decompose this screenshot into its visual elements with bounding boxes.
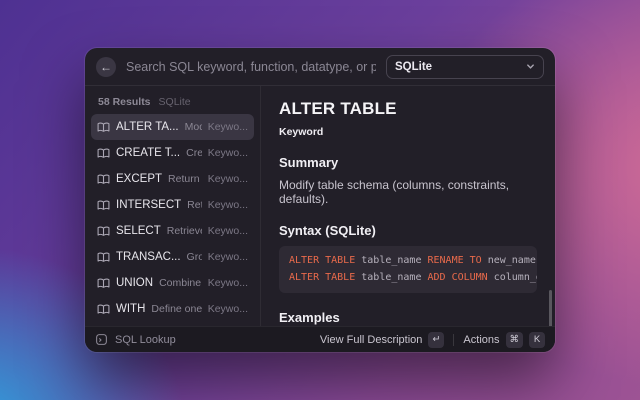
- result-name: CREATE T...: [116, 147, 180, 159]
- result-item[interactable]: SELECT Retrieve colu... Keywo...: [91, 218, 254, 244]
- actions-button[interactable]: Actions ⌘ K: [463, 332, 545, 348]
- result-type: Keywo...: [208, 225, 248, 237]
- keyword-badge: Keyword: [279, 126, 537, 138]
- book-icon: [97, 121, 110, 134]
- detail-scrollbar-thumb[interactable]: [549, 290, 552, 326]
- book-icon: [97, 147, 110, 160]
- result-type: Keywo...: [208, 303, 248, 315]
- result-name: WITH: [116, 303, 145, 315]
- detail-title: ALTER TABLE: [279, 99, 537, 119]
- book-icon: [97, 173, 110, 186]
- search-input[interactable]: [126, 60, 376, 74]
- book-icon: [97, 199, 110, 212]
- search-bar: ← SQLite: [85, 48, 555, 86]
- result-description: Retrieve colu...: [167, 225, 202, 237]
- view-full-description-label: View Full Description: [320, 334, 423, 346]
- result-type: Keywo...: [208, 251, 248, 263]
- result-description: Group st...: [187, 251, 202, 263]
- action-bar: SQL Lookup View Full Description ↵ Actio…: [85, 326, 555, 352]
- app-name: SQL Lookup: [115, 334, 176, 346]
- results-count: 58 Results: [98, 96, 151, 108]
- results-scope: SQLite: [159, 96, 191, 108]
- result-name: SELECT: [116, 225, 161, 237]
- result-description: Define one or m...: [151, 303, 201, 315]
- result-type: Keywo...: [208, 173, 248, 185]
- dialect-selected-value: SQLite: [395, 61, 432, 73]
- result-type: Keywo...: [208, 121, 248, 133]
- back-arrow-icon: ←: [100, 61, 112, 73]
- result-description: Modify ta...: [185, 121, 202, 133]
- desktop-background: { "colors": { "keyword_accent": "#e96a4b…: [0, 0, 640, 400]
- result-item[interactable]: UNION Combine resul... Keywo...: [91, 270, 254, 296]
- sql-lookup-window: ← SQLite 58 Results SQLite A: [85, 48, 555, 352]
- result-item[interactable]: INTERSECT Return ro... Keywo...: [91, 192, 254, 218]
- book-icon: [97, 251, 110, 264]
- result-item[interactable]: ALTER TA... Modify ta... Keywo...: [91, 114, 254, 140]
- detail-panel: ALTER TABLE Keyword Summary Modify table…: [261, 86, 555, 326]
- actions-label: Actions: [463, 334, 499, 346]
- examples-heading: Examples: [279, 310, 537, 325]
- results-header: 58 Results SQLite: [85, 91, 260, 114]
- syntax-heading: Syntax (SQLite): [279, 223, 537, 238]
- result-type: Keywo...: [208, 199, 248, 211]
- result-name: TRANSAC...: [116, 251, 181, 263]
- dialect-dropdown[interactable]: SQLite: [386, 55, 544, 79]
- summary-text: Modify table schema (columns, constraint…: [279, 178, 537, 206]
- return-keycap: ↵: [428, 332, 444, 348]
- result-item[interactable]: WITH Define one or m... Keywo...: [91, 296, 254, 322]
- results-list: ALTER TA... Modify ta... Keywo... CREATE…: [85, 114, 260, 326]
- result-type: Keywo...: [208, 277, 248, 289]
- result-description: Return rows f...: [168, 173, 202, 185]
- result-name: INTERSECT: [116, 199, 181, 211]
- result-item[interactable]: EXCEPT Return rows f... Keywo...: [91, 166, 254, 192]
- result-description: Return ro...: [187, 199, 202, 211]
- book-icon: [97, 277, 110, 290]
- syntax-code-block: ALTER TABLE table_name RENAME TO new_nam…: [279, 246, 537, 293]
- result-name: UNION: [116, 277, 153, 289]
- book-icon: [97, 303, 110, 316]
- view-full-description-button[interactable]: View Full Description ↵: [320, 332, 445, 348]
- summary-heading: Summary: [279, 155, 537, 170]
- code-line: ALTER TABLE table_name ADD COLUMN column…: [289, 270, 527, 287]
- result-description: Create a...: [186, 147, 202, 159]
- book-icon: [97, 225, 110, 238]
- sql-lookup-app-icon: [95, 333, 108, 346]
- back-button[interactable]: ←: [96, 57, 116, 77]
- footer-divider: [453, 334, 454, 346]
- result-item[interactable]: TRANSAC... Group st... Keywo...: [91, 244, 254, 270]
- result-type: Keywo...: [208, 147, 248, 159]
- result-name: EXCEPT: [116, 173, 162, 185]
- code-line: ALTER TABLE table_name RENAME TO new_nam…: [289, 253, 527, 270]
- result-description: Combine resul...: [159, 277, 202, 289]
- k-keycap: K: [529, 332, 545, 348]
- result-item[interactable]: CREATE T... Create a... Keywo...: [91, 140, 254, 166]
- command-keycap: ⌘: [506, 332, 524, 348]
- result-name: ALTER TA...: [116, 121, 179, 133]
- chevron-down-icon: [526, 62, 535, 71]
- results-sidebar: 58 Results SQLite ALTER TA... Modify ta.…: [85, 86, 261, 326]
